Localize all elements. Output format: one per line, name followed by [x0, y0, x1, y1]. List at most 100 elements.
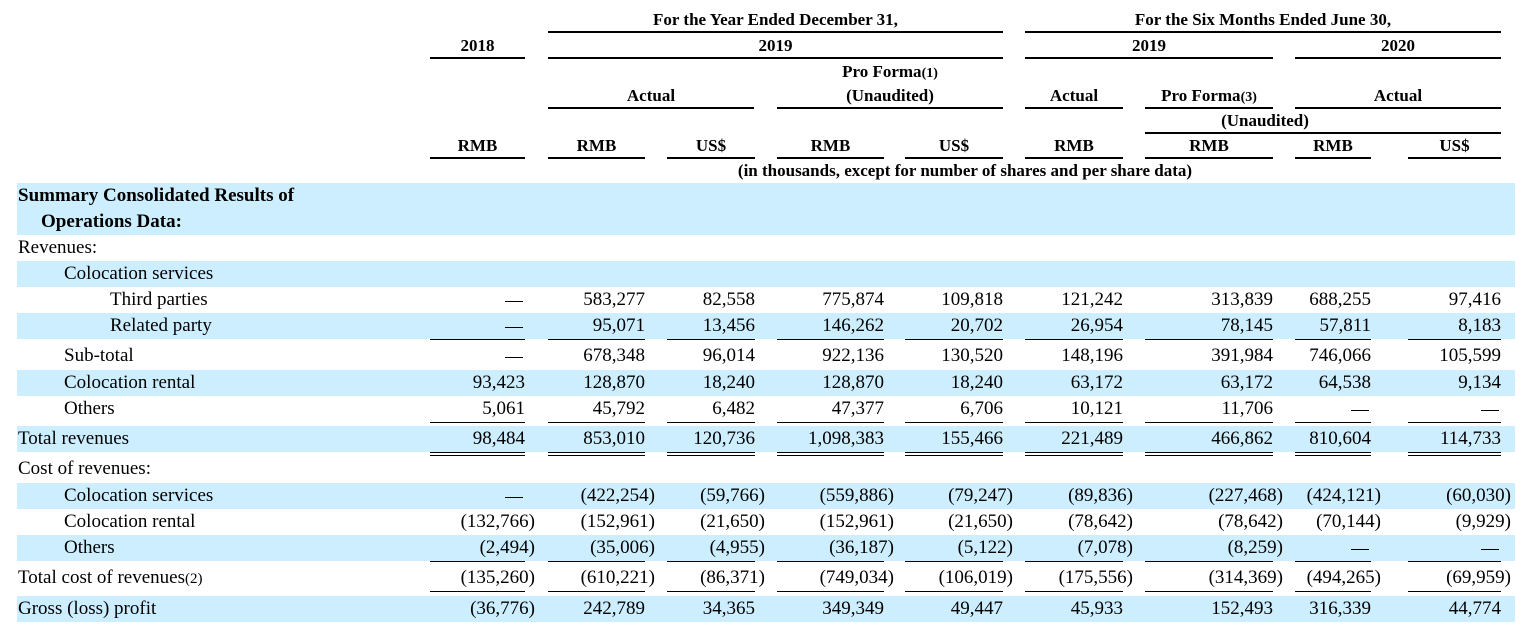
currency-header: US$ [1439, 136, 1470, 155]
currency-header: US$ [938, 136, 970, 155]
pro-forma-label: Pro Forma [1161, 86, 1241, 105]
table-cell: 9,134 [1458, 372, 1501, 393]
total-rule [667, 452, 755, 453]
total-rule [1025, 452, 1123, 453]
header-year-ended: For the Year Ended December 31, [653, 10, 898, 29]
units-note: (in thousands, except for number of shar… [737, 161, 1193, 180]
total-rule [1295, 422, 1371, 423]
table-cell: (59,766) [700, 485, 765, 506]
table-cell: 57,811 [1319, 315, 1371, 336]
table-cell: 121,242 [1061, 289, 1123, 310]
row-label-text: Sub-total [64, 345, 134, 366]
total-rule [548, 455, 645, 456]
total-rule [667, 591, 755, 592]
header-unaudited-1: (Unaudited) [846, 86, 934, 105]
total-rule [1025, 422, 1123, 423]
row-label: Total cost of revenues(2) [18, 566, 202, 591]
rule [1025, 107, 1123, 109]
table-cell: 8,183 [1458, 315, 1501, 336]
total-rule [1145, 561, 1273, 562]
currency-header: RMB [576, 136, 617, 155]
row-label: Sub-total [64, 344, 134, 368]
total-rule [548, 452, 645, 453]
total-rule [1145, 452, 1273, 453]
row-label: Total revenues [18, 427, 129, 451]
total-rule [548, 561, 645, 562]
total-rule [430, 591, 525, 592]
table-cell: 10,121 [1070, 398, 1123, 419]
footnote-ref: (1) [921, 66, 938, 81]
total-rule [548, 422, 645, 423]
total-rule [777, 339, 884, 340]
rule [1145, 107, 1273, 109]
total-rule [1145, 591, 1273, 592]
rule [1145, 132, 1501, 134]
total-rule [430, 339, 525, 340]
total-rule [1025, 455, 1123, 456]
header-2019-six: 2019 [1132, 36, 1166, 55]
header-2020: 2020 [1381, 36, 1415, 55]
row-label-text: Total cost of revenues [18, 567, 185, 588]
table-cell: (70,144) [1316, 511, 1381, 532]
rule [1025, 157, 1123, 159]
table-cell: (69,959) [1446, 567, 1511, 588]
total-rule [1145, 455, 1273, 456]
total-rule [905, 591, 1003, 592]
table-cell: (89,836) [1068, 485, 1133, 506]
table-cell: 221,489 [1061, 428, 1123, 449]
total-rule [905, 455, 1003, 456]
row-label-text: Colocation services [64, 485, 214, 506]
total-rule [905, 561, 1003, 562]
row-label-text: Colocation services [64, 263, 214, 284]
header-actual-six-2020: Actual [1373, 86, 1423, 105]
table-cell: (175,556) [1058, 567, 1133, 588]
header-pro-forma-3: Pro Forma(3) [1145, 86, 1273, 108]
row-label: Gross (loss) profit [18, 597, 156, 621]
total-rule [1295, 591, 1371, 592]
total-rule [548, 591, 645, 592]
nil-dash [1481, 549, 1499, 550]
row-label-text: Others [64, 537, 115, 558]
row-label: Revenues: [18, 236, 97, 260]
footnote-ref: (2) [184, 571, 203, 587]
table-cell: 13,456 [702, 315, 755, 336]
table-cell: 746,066 [1309, 345, 1371, 366]
row-label-text: Others [64, 398, 115, 419]
table-cell: (424,121) [1306, 485, 1381, 506]
total-rule [1295, 561, 1371, 562]
total-rule [430, 561, 525, 562]
table-cell: (78,642) [1068, 511, 1133, 532]
table-cell: 96,014 [702, 345, 755, 366]
total-rule [1295, 455, 1371, 456]
total-rule [548, 339, 645, 340]
header-six-months-ended: For the Six Months Ended June 30, [1134, 10, 1392, 29]
table-cell: 45,933 [1070, 598, 1123, 619]
rule [1025, 57, 1273, 59]
total-rule [1408, 452, 1501, 453]
total-rule [777, 455, 884, 456]
total-rule [1145, 339, 1273, 340]
total-rule [1408, 561, 1501, 562]
nil-dash [1351, 410, 1369, 411]
total-rule [1408, 591, 1501, 592]
row-label: Cost of revenues: [18, 457, 151, 481]
row-band [17, 261, 1515, 287]
table-cell: 810,604 [1309, 428, 1371, 449]
rule [667, 157, 755, 159]
section-title: Operations Data: [41, 211, 182, 232]
total-rule [430, 455, 525, 456]
header-actual-year: Actual [626, 86, 676, 105]
total-rule [777, 452, 884, 453]
row-label: Related party [110, 314, 212, 338]
total-rule [1295, 339, 1371, 340]
row-label: Colocation services [64, 262, 213, 286]
row-label-text: Colocation rental [64, 511, 196, 532]
total-rule [777, 561, 884, 562]
row-label-text: Cost of revenues: [18, 458, 151, 479]
table-cell: 120,736 [693, 428, 755, 449]
table-cell: 11,706 [1221, 398, 1273, 419]
row-label-text: Gross (loss) profit [18, 598, 157, 619]
total-rule [667, 339, 755, 340]
currency-header: US$ [695, 136, 727, 155]
table-cell: 34,365 [702, 598, 755, 619]
